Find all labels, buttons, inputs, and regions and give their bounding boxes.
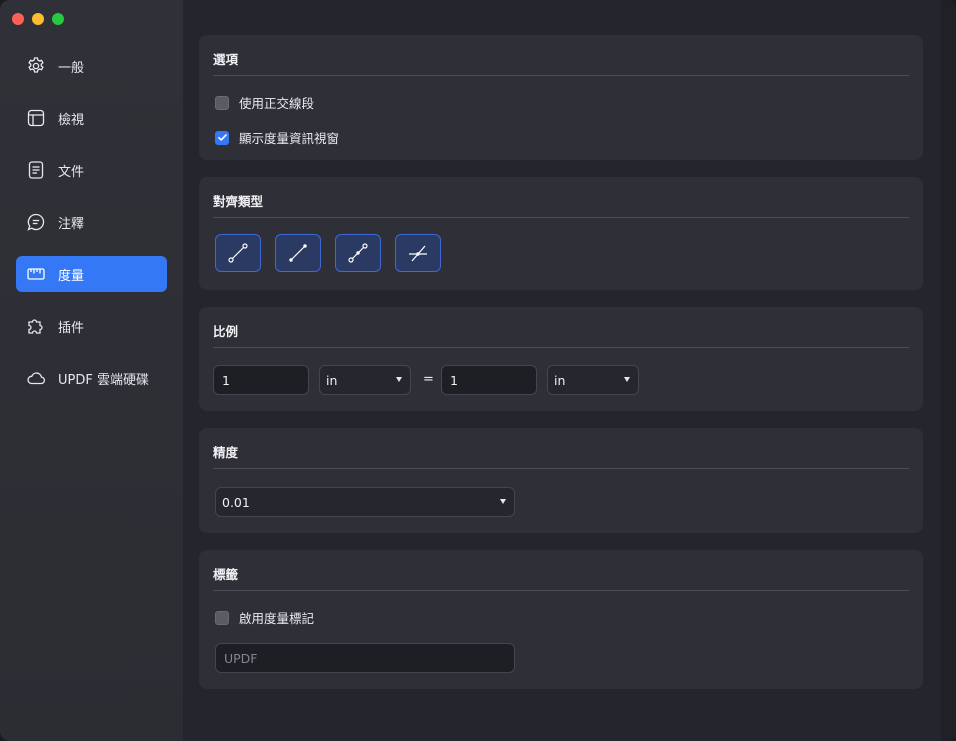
precision-title: 精度 <box>213 445 239 460</box>
snap-intersection-button[interactable] <box>395 234 441 272</box>
enable-label-checkbox[interactable] <box>215 610 229 625</box>
sidebar: 一般 檢視 文件 注釋 度量 插件 UPDF 雲端硬碟 <box>0 0 183 741</box>
divider <box>213 590 909 591</box>
enable-label-text: 啟用度量標記 <box>239 611 315 626</box>
settings-content: 選項 使用正交線段 顯示度量資訊視窗 對齊類型 比例 1 in = 1 in 精… <box>183 0 941 741</box>
orthogonal-checkbox[interactable] <box>215 95 229 110</box>
zoom-window-button[interactable] <box>52 13 64 25</box>
divider <box>213 75 909 76</box>
sidebar-item-label: 注釋 <box>58 216 85 232</box>
checkmark-icon <box>217 134 227 141</box>
sidebar-nav: 一般 檢視 文件 注釋 度量 插件 UPDF 雲端硬碟 <box>16 48 167 412</box>
options-title: 選項 <box>213 52 239 67</box>
sidebar-item-label: 一般 <box>58 60 85 76</box>
precision-select[interactable]: 0.01 <box>215 487 515 517</box>
puzzle-icon <box>25 315 47 337</box>
chevron-down-icon <box>624 377 630 382</box>
divider <box>213 217 909 218</box>
label-text-placeholder: UPDF <box>224 650 258 666</box>
show-window-label: 顯示度量資訊視窗 <box>239 131 340 146</box>
snap-endpoint-icon <box>228 243 248 263</box>
show-window-checkbox-row[interactable]: 顯示度量資訊視窗 <box>215 128 339 147</box>
label-text-input[interactable]: UPDF <box>215 643 515 673</box>
orthogonal-label: 使用正交線段 <box>239 96 315 111</box>
document-icon <box>25 159 47 181</box>
chevron-down-icon <box>396 377 402 382</box>
scale-right-unit-value: in <box>554 372 566 388</box>
sidebar-item-plugins[interactable]: 插件 <box>16 308 167 344</box>
scale-panel: 比例 <box>199 307 923 411</box>
options-panel: 選項 使用正交線段 顯示度量資訊視窗 <box>199 35 923 160</box>
cloud-icon <box>25 367 47 389</box>
sidebar-item-annotation[interactable]: 注釋 <box>16 204 167 240</box>
snap-path-button[interactable] <box>275 234 321 272</box>
sidebar-item-view[interactable]: 檢視 <box>16 100 167 136</box>
sidebar-item-label: 度量 <box>58 268 85 284</box>
ruler-icon <box>25 263 47 285</box>
snap-type-title: 對齊類型 <box>213 194 264 209</box>
window-controls <box>12 13 64 25</box>
snap-intersection-icon <box>409 245 427 262</box>
comment-icon <box>25 211 47 233</box>
snap-midpoint-button[interactable] <box>335 234 381 272</box>
orthogonal-checkbox-row[interactable]: 使用正交線段 <box>215 93 314 112</box>
layout-icon <box>25 107 47 129</box>
scale-right-value-input[interactable]: 1 <box>441 365 537 395</box>
sidebar-item-measure[interactable]: 度量 <box>16 256 167 292</box>
scale-left-unit-value: in <box>326 372 338 388</box>
divider <box>213 347 909 348</box>
scale-title: 比例 <box>213 324 239 339</box>
precision-value: 0.01 <box>222 494 250 510</box>
close-window-button[interactable] <box>12 13 24 25</box>
snap-midpoint-icon <box>348 243 368 263</box>
snap-endpoint-button[interactable] <box>215 234 261 272</box>
scale-left-value-input[interactable]: 1 <box>213 365 309 395</box>
scale-left-unit-select[interactable]: in <box>319 365 411 395</box>
scrollbar-track[interactable] <box>941 0 956 741</box>
equals-sign: = <box>423 372 434 387</box>
snap-path-icon <box>289 244 307 262</box>
show-window-checkbox[interactable] <box>215 130 229 145</box>
enable-label-checkbox-row[interactable]: 啟用度量標記 <box>215 608 314 627</box>
sidebar-item-label: 文件 <box>58 164 85 180</box>
divider <box>213 468 909 469</box>
labels-title: 標籤 <box>213 567 239 582</box>
sidebar-item-document[interactable]: 文件 <box>16 152 167 188</box>
chevron-down-icon <box>500 499 506 504</box>
minimize-window-button[interactable] <box>32 13 44 25</box>
gear-icon <box>25 55 47 77</box>
sidebar-item-general[interactable]: 一般 <box>16 48 167 84</box>
precision-panel: 精度 <box>199 428 923 533</box>
sidebar-item-label: 插件 <box>58 320 85 336</box>
preferences-window: 一般 檢視 文件 注釋 度量 插件 UPDF 雲端硬碟 選項 使用正交線段 顯示… <box>0 0 956 741</box>
scale-right-unit-select[interactable]: in <box>547 365 639 395</box>
sidebar-item-label: UPDF 雲端硬碟 <box>58 372 149 388</box>
sidebar-item-label: 檢視 <box>58 112 85 128</box>
sidebar-item-cloud[interactable]: UPDF 雲端硬碟 <box>16 360 167 396</box>
